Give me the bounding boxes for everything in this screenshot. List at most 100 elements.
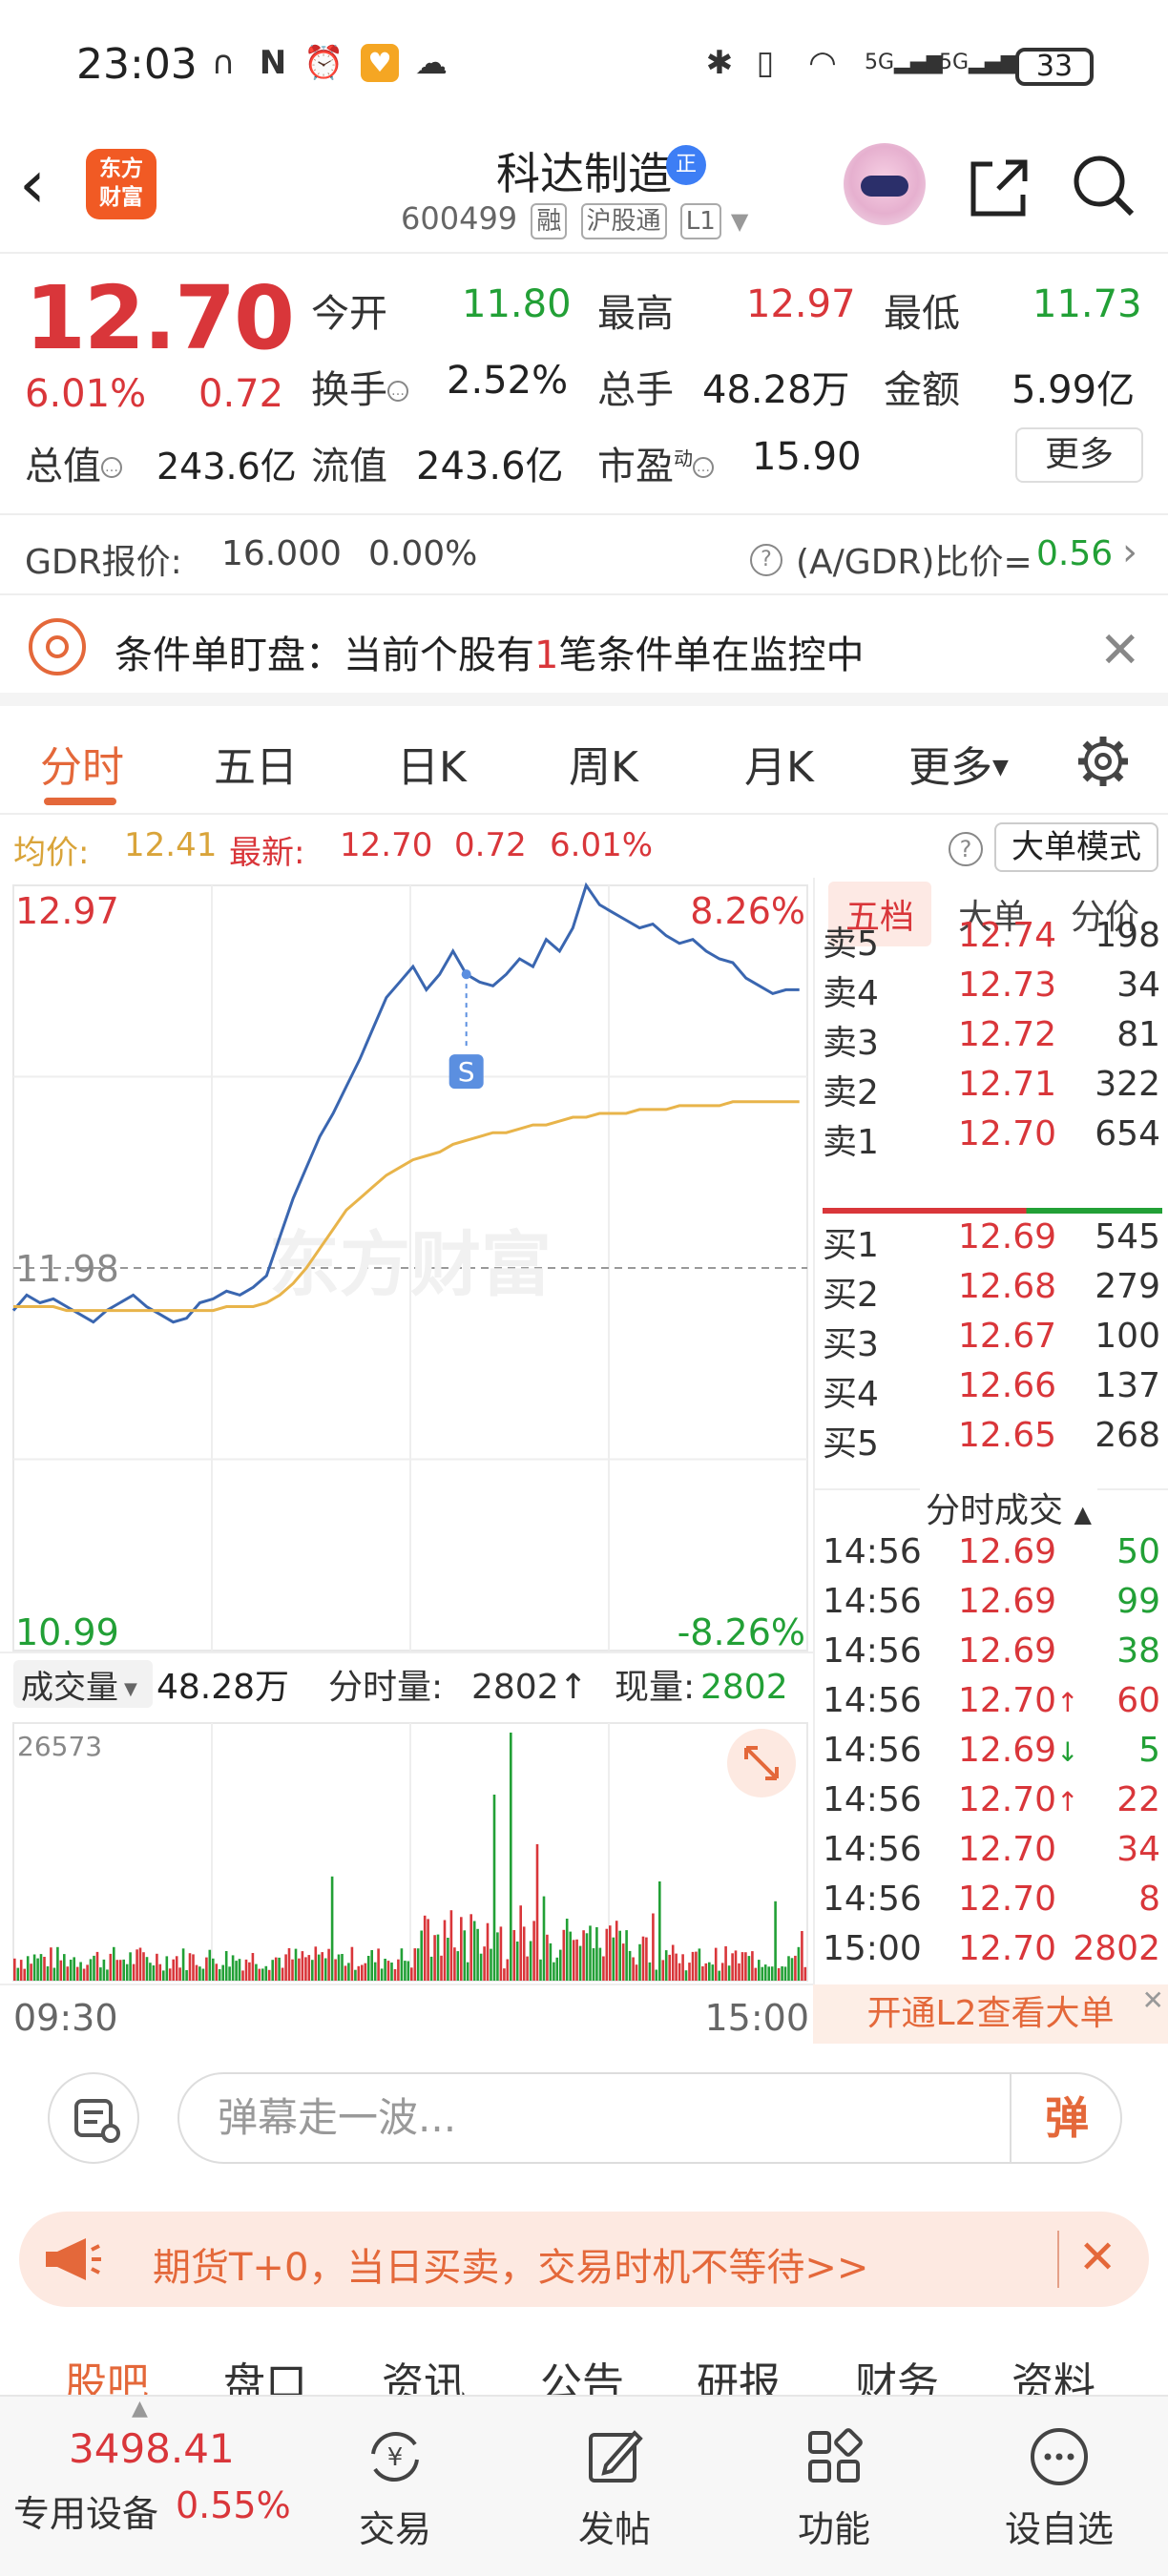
volume-bar <box>427 1919 429 1981</box>
nav-post[interactable]: 发帖 <box>548 2425 681 2552</box>
nav-trade[interactable]: ¥ 交易 <box>328 2425 462 2552</box>
bid-row[interactable]: 买2 12.68 279 <box>815 1267 1168 1317</box>
volume-bar <box>344 1965 347 1981</box>
volume-bar <box>635 1964 638 1981</box>
divider <box>1057 2231 1059 2288</box>
danmu-input[interactable]: 弹幕走一波... <box>177 2072 1122 2164</box>
pe-label[interactable]: 市盈动… <box>597 435 714 490</box>
condition-order-alert[interactable]: 条件单盯盘：当前个股有1笔条件单在监控中 ✕ <box>0 597 1168 706</box>
level-price: 12.70 <box>958 1114 1057 1153</box>
more-button[interactable]: 更多 <box>1015 427 1143 483</box>
tab-more[interactable]: 更多▼ <box>908 733 1009 794</box>
mktcap-label[interactable]: 总值… <box>25 435 122 490</box>
volume-bar <box>321 1952 323 1981</box>
bid-row[interactable]: 买5 12.65 268 <box>815 1416 1168 1465</box>
volume-bar <box>781 1966 783 1981</box>
intraday-chart-area[interactable]: 东方财富 S 12.97 11.98 10.99 8.26% -8.26% 成交量 ▼ 48.28… <box>0 878 813 2042</box>
level-volume: 545 <box>1095 1217 1160 1257</box>
volume-bar <box>99 1967 102 1981</box>
danmu-send-button[interactable]: 弹 <box>1010 2072 1122 2164</box>
ask-row[interactable]: 卖1 12.70 654 <box>815 1114 1168 1164</box>
avg-label: 均价: <box>13 834 90 872</box>
volume-label: 成交量 <box>21 1669 118 1707</box>
trades-title[interactable]: 分时成交 ▲ <box>920 1483 1097 1532</box>
volume-bar <box>797 1946 801 1981</box>
bid-row[interactable]: 买1 12.69 545 <box>815 1217 1168 1267</box>
minute-volume-value: 2802↑ <box>471 1668 588 1707</box>
help-icon[interactable]: ? <box>949 832 983 866</box>
tab-monthly-k[interactable]: 月K <box>744 733 814 794</box>
volume-bar <box>744 1952 747 1981</box>
gear-icon[interactable] <box>1074 733 1132 790</box>
caret-up-icon: ▲ <box>132 2397 148 2420</box>
ai-assistant-avatar[interactable] <box>844 143 926 225</box>
help-icon[interactable]: ? <box>750 544 782 576</box>
volume-bar <box>621 1943 625 1981</box>
bid-row[interactable]: 买3 12.67 100 <box>815 1317 1168 1366</box>
volume-bar <box>469 1914 472 1981</box>
danmu-settings-icon[interactable] <box>48 2072 139 2164</box>
volume-bar <box>63 1954 66 1981</box>
futures-ad-banner[interactable]: 期货T+0，当日买卖，交易时机不等待>> ✕ <box>19 2212 1149 2307</box>
stock-code-row[interactable]: 600499 融 沪股通 L1 ▼ <box>401 200 748 242</box>
volume-bar <box>228 1966 231 1981</box>
trade-price: 12.70 <box>958 1880 1057 1919</box>
volume-bar <box>341 1954 344 1981</box>
intraday-chart[interactable]: 东方财富 S 12.97 11.98 10.99 8.26% -8.26% 成交量 ▼ 48.28… <box>0 878 813 2042</box>
volume-bar <box>404 1961 407 1981</box>
bid-row[interactable]: 买4 12.66 137 <box>815 1366 1168 1416</box>
volume-bar <box>165 1956 169 1981</box>
trade-volume: 50 <box>1116 1532 1160 1571</box>
index-value[interactable]: 3498.41 <box>69 2425 235 2472</box>
low-label: 最低 <box>884 292 960 336</box>
trade-time: 14:56 <box>823 1631 922 1671</box>
ask-row[interactable]: 卖4 12.73 34 <box>815 966 1168 1015</box>
level-price: 12.69 <box>958 1217 1057 1257</box>
trade-time: 14:56 <box>823 1731 922 1770</box>
volume-bar <box>384 1959 386 1981</box>
volume-bar <box>436 1934 440 1981</box>
ask-row[interactable]: 卖5 12.74 198 <box>815 916 1168 966</box>
close-icon[interactable]: ✕ <box>1099 626 1141 675</box>
volume-bar <box>575 1939 578 1981</box>
search-icon[interactable] <box>1071 153 1137 219</box>
close-icon[interactable]: ✕ <box>1078 2233 1116 2282</box>
volume-bar <box>416 1948 420 1981</box>
close-icon[interactable]: ✕ <box>1142 1971 1164 2030</box>
tab-five-day[interactable]: 五日 <box>214 733 298 794</box>
volume-bar <box>751 1951 754 1981</box>
tab-daily-k[interactable]: 日K <box>397 733 467 794</box>
volume-bar <box>212 1958 215 1981</box>
trade-price: 12.69 <box>958 1582 1057 1621</box>
tab-weekly-k[interactable]: 周K <box>569 733 638 794</box>
level-price: 12.68 <box>958 1267 1057 1306</box>
pct-top-label: 8.26% <box>690 890 805 932</box>
status-bar: 23:03 ∩ N ⏰ ♥ ☁ ✱ ▯ ◠ 5G▂▄▆ 5G▂▄▆ 33 <box>0 0 1168 134</box>
latest-change: 0.72 <box>454 826 527 864</box>
vibrate-icon: ▯ <box>756 44 775 82</box>
ask-row[interactable]: 卖2 12.71 322 <box>815 1065 1168 1114</box>
share-icon[interactable] <box>966 155 1032 221</box>
l2-upgrade-banner[interactable]: 开通L2查看大单 ✕ <box>813 1984 1168 2044</box>
current-volume-label: 现量: <box>615 1668 695 1707</box>
gdr-row[interactable]: GDR报价: 16.000 0.00% ? (A/GDR)比价= 0.56 › <box>0 513 1168 595</box>
big-order-mode-button[interactable]: 大单模式 <box>994 822 1158 872</box>
volume-bar <box>129 1952 132 1981</box>
ask-row[interactable]: 卖3 12.72 81 <box>815 1015 1168 1065</box>
turnover-label[interactable]: 换手… <box>311 359 408 414</box>
volume-bar <box>529 1941 532 1981</box>
sector-label[interactable]: 专用设备 <box>13 2484 158 2537</box>
tab-intraday[interactable]: 分时 <box>40 733 124 794</box>
volume-bar <box>555 1957 559 1981</box>
volume-bar <box>727 1965 731 1981</box>
nav-add-watchlist[interactable]: 设自选 <box>992 2425 1126 2552</box>
avg-value: 12.41 <box>124 826 218 864</box>
level-label: 买4 <box>823 1375 879 1414</box>
stock-header: ‹ 东方 财富 科达制造 正 600499 融 沪股通 L1 ▼ <box>0 134 1168 254</box>
tag-connect: 沪股通 <box>580 203 667 239</box>
nav-functions[interactable]: 功能 <box>767 2425 901 2552</box>
volume-bar <box>770 1966 774 1981</box>
signal-5g-icon: 5G▂▄▆ <box>865 51 943 74</box>
name-badge: 正 <box>666 145 706 185</box>
tag-level: L1 <box>679 203 721 239</box>
